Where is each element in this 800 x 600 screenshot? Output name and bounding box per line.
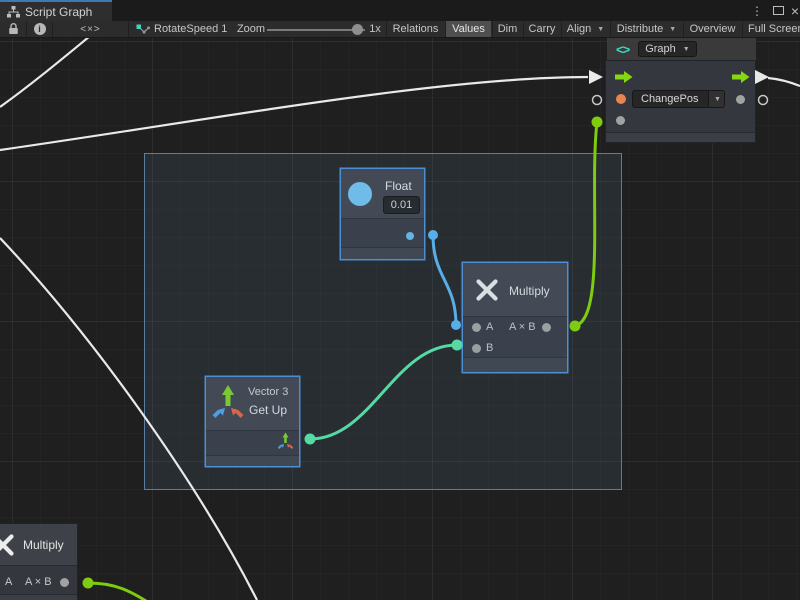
graph-group-header: <> Graph ▼ <box>607 38 756 60</box>
wire-endpoint-dot <box>428 230 438 240</box>
unity-script-graph-window: { "window": { "tab_title": "Script Graph… <box>0 0 800 600</box>
info-icon: i <box>34 23 46 35</box>
align-dropdown[interactable]: Align▼ <box>561 21 609 37</box>
value-port[interactable] <box>616 116 625 125</box>
code-icon: <×> <box>80 24 101 35</box>
overview-button[interactable]: Overview <box>683 21 741 37</box>
chevron-down-icon: ▼ <box>683 46 690 53</box>
float-output-port[interactable] <box>406 232 414 240</box>
output-port[interactable] <box>60 578 69 587</box>
node-footer <box>206 455 299 466</box>
multiply-icon <box>0 533 15 557</box>
breadcrumb-label: RotateSpeed 1 <box>154 23 227 35</box>
wire-float-to-multiply[interactable] <box>433 235 456 325</box>
float-node[interactable]: Float 0.01 <box>340 168 425 260</box>
node-title: Float <box>385 179 412 193</box>
wire-endpoint-dot <box>570 321 581 332</box>
graph-asset-icon <box>136 23 150 36</box>
multiply-node[interactable]: Multiply A A × B B <box>462 262 568 373</box>
wire-arrowhead-icon <box>755 70 769 84</box>
carry-button[interactable]: Carry <box>523 21 560 37</box>
vector3-icon <box>212 384 244 422</box>
tab-script-graph[interactable]: Script Graph <box>0 0 112 21</box>
graph-hierarchy-icon <box>7 6 20 18</box>
unconnected-port-circle[interactable] <box>759 96 768 105</box>
graph-dropdown[interactable]: Graph ▼ <box>638 41 697 57</box>
output-port[interactable] <box>542 323 551 332</box>
wire-endpoint-dot <box>305 434 316 445</box>
relations-button[interactable]: Relations <box>386 21 444 37</box>
changepos-dropdown[interactable]: ChangePos ▼ <box>632 90 725 108</box>
breadcrumb[interactable]: RotateSpeed 1 <box>128 21 238 37</box>
wire-endpoint-dot <box>83 578 94 589</box>
port-label-b: B <box>486 342 493 354</box>
exec-input-port[interactable] <box>615 71 633 84</box>
port-label-a: A <box>5 576 12 588</box>
wire-endpoint-dot <box>452 340 463 351</box>
value-port[interactable] <box>736 95 745 104</box>
maximize-icon[interactable] <box>769 0 787 21</box>
window-menu-icon[interactable]: ⋮ <box>750 0 764 21</box>
zoom-slider-handle[interactable] <box>352 24 363 35</box>
zoom-value: 1x <box>366 21 384 37</box>
node-header: Float 0.01 <box>341 169 424 219</box>
zoom-slider-track[interactable] <box>267 29 365 31</box>
wire-multiply2-output[interactable] <box>88 583 146 600</box>
full-screen-button[interactable]: Full Screen <box>742 21 800 37</box>
value-port-orange[interactable] <box>616 94 626 104</box>
graph-canvas[interactable]: <> Graph ▼ ChangePos ▼ Float 0.01 <box>0 38 800 600</box>
lock-icon <box>8 23 19 35</box>
chevron-down-icon: ▼ <box>708 91 724 107</box>
vector3-output-port[interactable] <box>277 432 294 451</box>
node-title: Get Up <box>249 403 287 417</box>
zoom-label: Zoom <box>236 21 266 37</box>
input-port-a[interactable] <box>472 323 481 332</box>
wire-endpoint-dot <box>592 117 603 128</box>
wire-white-to-event[interactable] <box>0 77 588 150</box>
node-type-label: Vector 3 <box>248 386 288 398</box>
wire-endpoint-dot <box>451 320 461 330</box>
port-label-a: A <box>486 321 493 333</box>
wire-multiply-to-event[interactable] <box>575 122 597 326</box>
title-bar: Script Graph ⋮ × <box>0 0 800 21</box>
wire-white-topleft[interactable] <box>0 38 90 107</box>
multiply-icon <box>475 278 499 302</box>
script-graph-icon: <> <box>616 42 629 57</box>
float-value-input[interactable]: 0.01 <box>383 196 420 214</box>
code-view-button[interactable]: <×> <box>52 21 128 37</box>
node-footer <box>463 357 567 372</box>
chevron-down-icon: ▼ <box>669 26 676 33</box>
input-port-b[interactable] <box>472 344 481 353</box>
node-header: Multiply <box>463 263 567 317</box>
vector3-get-up-node[interactable]: Vector 3 Get Up <box>205 376 300 467</box>
wire-vector-to-multiply[interactable] <box>310 345 457 439</box>
node-title: Multiply <box>509 284 550 298</box>
event-node-changepos[interactable]: ChangePos ▼ <box>605 60 756 143</box>
node-header: Multiply <box>0 524 77 566</box>
close-icon[interactable]: × <box>788 0 800 21</box>
wire-arrowhead-icon <box>589 70 603 84</box>
port-label-output: A × B <box>509 321 536 333</box>
node-header: Vector 3 Get Up <box>206 377 299 431</box>
node-title: Multiply <box>23 538 64 552</box>
lock-button[interactable] <box>0 21 26 37</box>
port-label-output: A × B <box>25 576 52 588</box>
node-footer <box>341 247 424 259</box>
unconnected-port-circle[interactable] <box>593 96 602 105</box>
node-footer <box>0 594 77 600</box>
distribute-dropdown[interactable]: Distribute▼ <box>610 21 682 37</box>
tab-title: Script Graph <box>25 5 92 19</box>
dim-button[interactable]: Dim <box>492 21 522 37</box>
multiply-node-partial[interactable]: Multiply A A × B <box>0 523 78 600</box>
chevron-down-icon: ▼ <box>597 26 604 33</box>
info-button[interactable]: i <box>26 21 52 37</box>
wire-white-from-event[interactable] <box>768 78 800 86</box>
graph-toolbar: i <×> RotateSpeed 1 Zoom 1x Relations Va… <box>0 21 800 38</box>
node-footer <box>606 132 755 142</box>
exec-output-port[interactable] <box>732 71 750 84</box>
values-button[interactable]: Values <box>445 21 491 37</box>
float-type-icon <box>348 182 372 206</box>
